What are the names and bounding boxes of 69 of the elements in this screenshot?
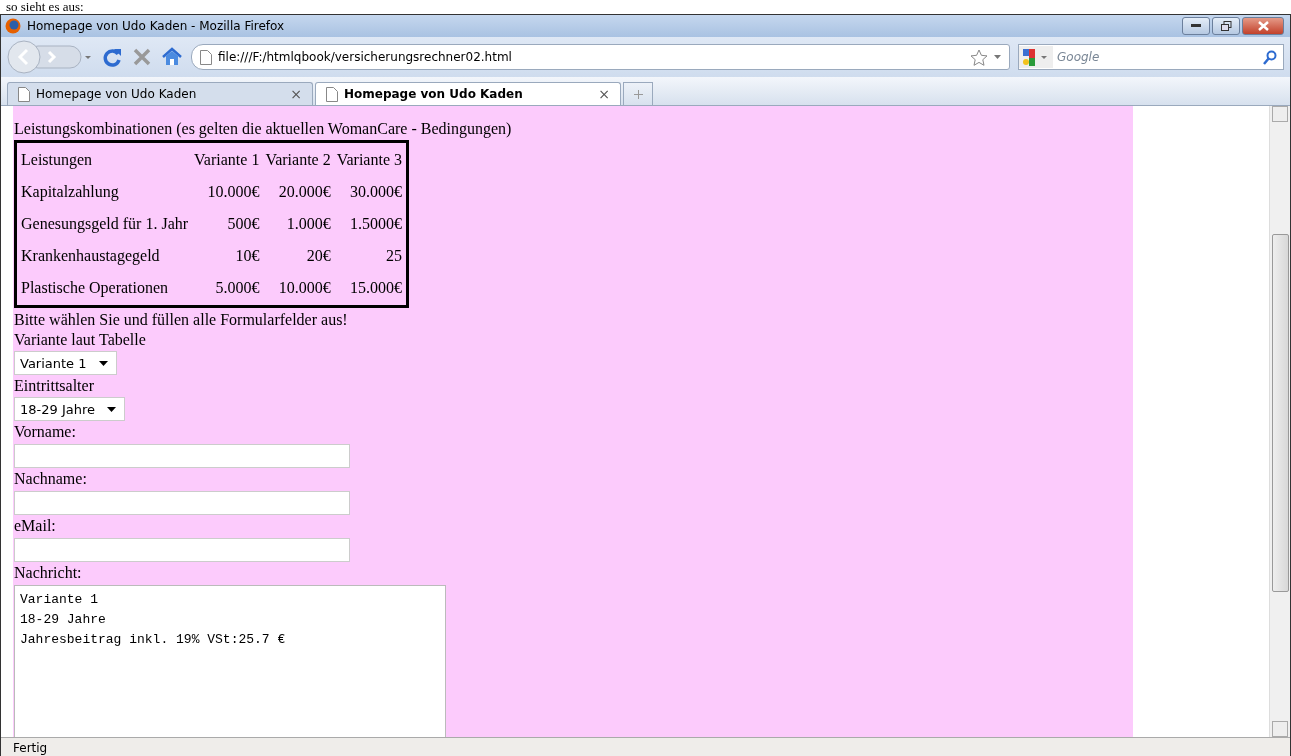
page-heading: Leistungskombinationen (es gelten die aktuellen WomanCare - Bedingungen) [14,120,513,138]
home-icon[interactable] [161,46,183,68]
page-icon [18,86,30,102]
dropdown[interactable]: 18-29 Jahre [14,397,125,421]
table-cell-text: 1.000€ [285,214,332,234]
field-label: Variante laut Tabelle [14,330,147,350]
column-header: Variante 1 [193,150,261,170]
table-cell-text: 20.000€ [277,182,332,202]
dropdown[interactable]: Variante 1 [14,351,117,375]
table-cell-text: 5.000€ [214,278,261,298]
scroll-down-button[interactable] [1272,721,1288,737]
close-button[interactable] [1242,17,1284,35]
input-field[interactable] [14,491,350,515]
firefox-logo-icon [5,18,21,34]
table-cell-text: 30.000€ [349,182,403,202]
page-icon [326,86,338,102]
scrollbar[interactable] [1269,106,1290,737]
plus-icon [633,89,643,99]
back-forward-icon[interactable] [7,40,93,74]
field-label: Nachricht: [14,563,83,583]
browser-tab[interactable]: Homepage von Udo Kaden × [315,82,621,105]
instruction-text: Bitte wählen Sie und füllen alle Formularfelder aus! [14,310,349,330]
table-cell-text: Krankenhaustagegeld [20,246,161,267]
table-cell-text: 10€ [234,246,261,266]
input-field[interactable] [14,444,350,468]
scroll-up-button[interactable] [1272,106,1288,122]
dropdown-arrow-icon[interactable] [994,55,1001,59]
column-header: Variante 3 [335,150,403,170]
table-cell-text: 500€ [226,214,261,234]
table-cell-text: 20€ [305,246,332,266]
new-tab-button[interactable] [623,82,653,105]
restore-button[interactable] [1212,17,1240,35]
input-field[interactable] [14,538,350,562]
scroll-thumb[interactable] [1271,234,1289,592]
dropdown-arrow-icon [107,406,116,412]
dropdown-arrow-icon [98,360,108,366]
table-cell-text: 10.000€ [206,182,261,202]
field-label: Eintrittsalter [14,376,95,396]
table-cell-text: 15.000€ [349,278,403,298]
table-cell-text: Kapitalzahlung [20,182,120,203]
table-cell-text: 1.5000€ [349,214,403,234]
table-cell-text: 10.000€ [277,278,332,298]
table-cell-text: 25 [385,246,403,266]
reload-icon[interactable] [101,46,123,68]
tab-close-button[interactable]: × [290,86,302,102]
star-icon[interactable] [970,48,988,66]
message-textarea[interactable]: Variante 1 18-29 Jahre Jahresbeitrag inkl. 19% VSt:25.7 € [14,585,446,737]
stop-icon[interactable] [131,46,153,68]
caption-text: so sieht es aus: [5,0,85,14]
field-label: eMail: [14,516,57,536]
search-icon[interactable] [1263,49,1277,65]
status-text: Fertig [13,740,48,755]
browser-tab[interactable]: Homepage von Udo Kaden × [7,82,313,105]
table-cell-text: Genesungsgeld für 1. Jahr [20,214,190,235]
page-icon [200,49,212,65]
restore-icon [1220,21,1232,31]
tab-close-button[interactable]: × [598,86,610,102]
field-label: Nachname: [14,469,88,489]
column-header: Variante 2 [264,150,332,170]
minimize-icon [1191,24,1201,28]
close-icon [1257,21,1269,31]
field-label: Vorname: [14,422,77,442]
window-title: Homepage von Udo Kaden - Mozilla Firefox [27,19,286,33]
search-engine-icon[interactable] [1019,46,1053,68]
minimize-button[interactable] [1182,17,1210,35]
table-cell-text: Plastische Operationen [20,278,170,299]
address-bar[interactable]: file:///F:/htmlqbook/versicherungsrechner02.html [191,44,1010,70]
search-field[interactable]: Google [1018,44,1284,70]
column-header: Leistungen [20,150,94,171]
